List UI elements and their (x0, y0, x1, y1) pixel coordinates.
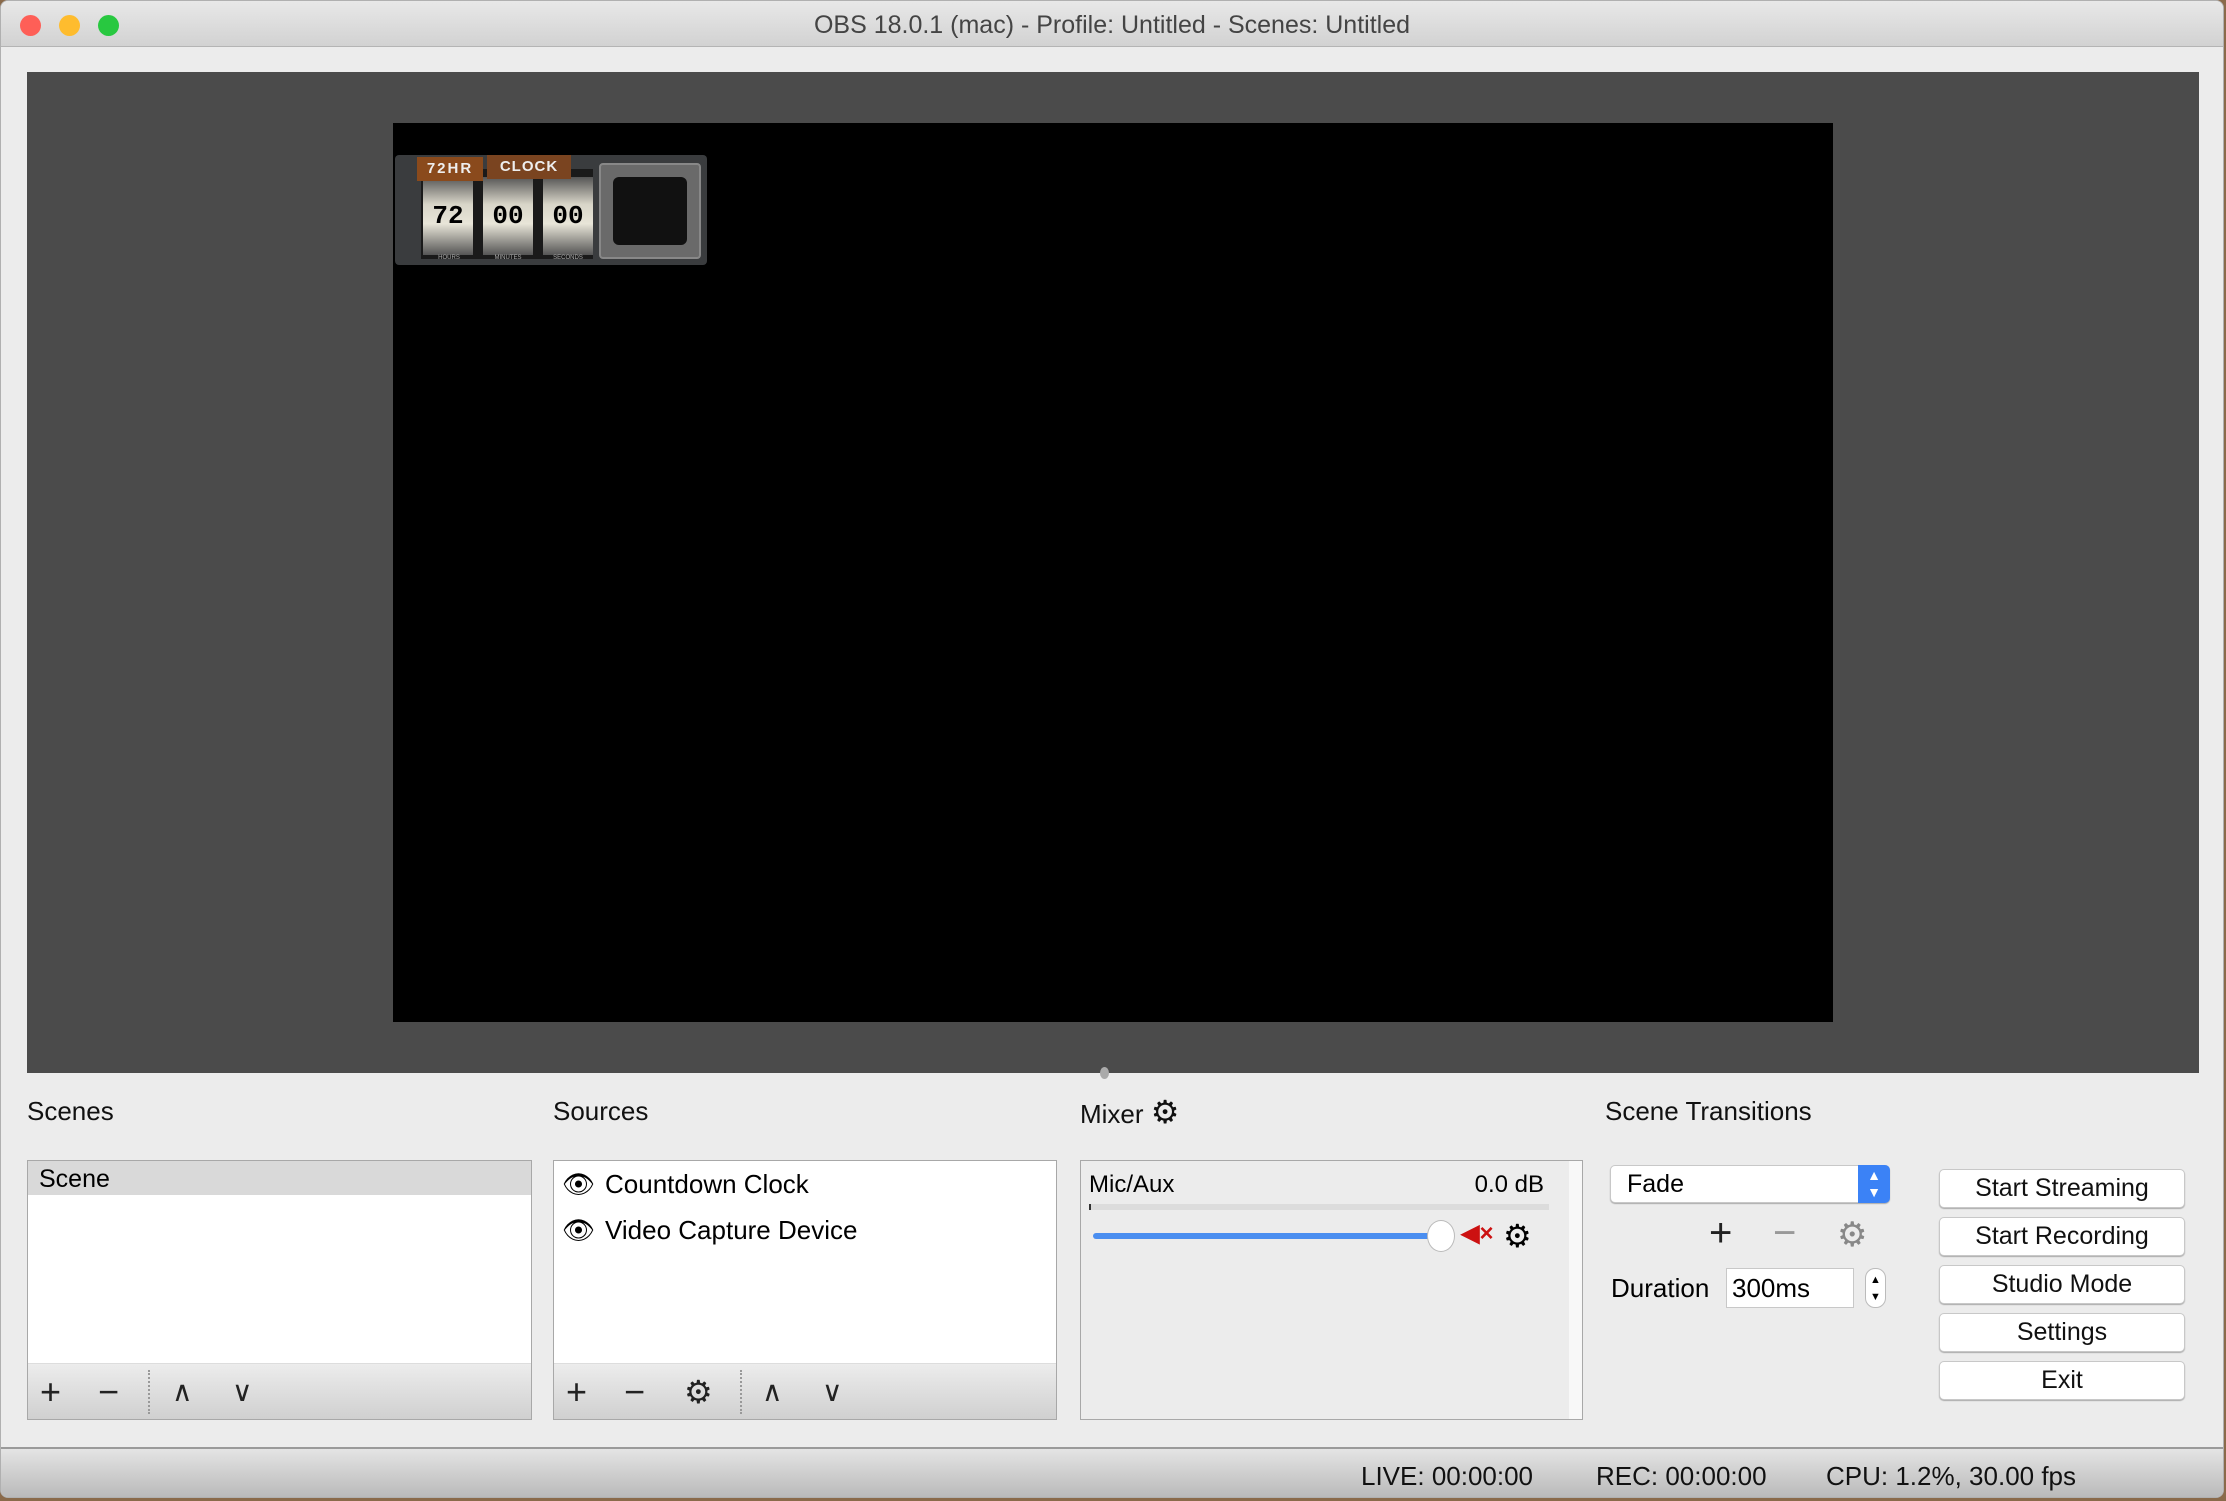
add-transition-plus-icon[interactable]: + (1709, 1211, 1732, 1256)
start-recording-button[interactable]: Start Recording (1939, 1217, 2185, 1256)
move-up-chevron-icon[interactable]: ∧ (172, 1372, 193, 1412)
badge-clock: CLOCK (487, 155, 571, 179)
start-streaming-button[interactable]: Start Streaming (1939, 1169, 2185, 1208)
move-down-chevron-icon[interactable]: ∨ (232, 1372, 253, 1412)
move-up-chevron-icon[interactable]: ∧ (762, 1372, 783, 1412)
volume-slider-handle[interactable] (1427, 1220, 1455, 1252)
duration-stepper[interactable]: ▲ ▼ (1865, 1268, 1886, 1308)
mixer-panel: Mic/Aux 0.0 dB ◀× ⚙ (1080, 1160, 1583, 1420)
cpu-status: CPU: 1.2%, 30.00 fps (1826, 1461, 2077, 1491)
preview-area[interactable]: 72 00 00 HOURS MINUTES SECONDS 72HR CLOC… (27, 72, 2199, 1073)
program-canvas[interactable]: 72 00 00 HOURS MINUTES SECONDS 72HR CLOC… (393, 123, 1833, 1022)
transition-properties-gear-icon[interactable]: ⚙ (1837, 1215, 1867, 1255)
transition-value: Fade (1627, 1170, 1684, 1198)
channel-level: 0.0 dB (1474, 1171, 1544, 1198)
sources-toolbar: + − ⚙ ∧ ∨ (554, 1363, 1056, 1419)
eye-icon[interactable]: 👁 (562, 1169, 595, 1199)
source-properties-gear-icon[interactable]: ⚙ (684, 1372, 713, 1412)
scenes-toolbar: + − ∧ ∨ (28, 1363, 531, 1419)
minutes-label: MINUTES (494, 255, 522, 261)
channel-name: Mic/Aux (1089, 1171, 1175, 1198)
minutes-digits: 00 (483, 177, 533, 255)
remove-transition-minus-icon[interactable]: − (1773, 1211, 1796, 1256)
transitions-title: Scene Transitions (1605, 1096, 1812, 1126)
window-title: OBS 18.0.1 (mac) - Profile: Untitled - S… (813, 11, 1411, 39)
settings-button[interactable]: Settings (1939, 1313, 2185, 1352)
move-down-chevron-icon[interactable]: ∨ (822, 1372, 843, 1412)
eye-icon[interactable]: 👁 (562, 1215, 595, 1245)
splitter-handle[interactable] (1100, 1067, 1109, 1079)
source-item[interactable]: 👁 Video Capture Device (554, 1207, 1056, 1253)
seconds-label: SECONDS (553, 255, 583, 261)
select-arrows-icon: ▲ ▼ (1858, 1165, 1890, 1203)
hours-digits: 72 (423, 177, 473, 255)
live-status: LIVE: 00:00:00 (1361, 1461, 1534, 1491)
add-source-plus-icon[interactable]: + (566, 1372, 587, 1412)
volume-meter (1089, 1204, 1549, 1210)
scenes-title: Scenes (27, 1096, 114, 1126)
status-bar: LIVE: 00:00:00 REC: 00:00:00 CPU: 1.2%, … (1, 1447, 2223, 1497)
duration-label: Duration (1611, 1273, 1710, 1303)
mixer-title-text: Mixer (1080, 1099, 1144, 1129)
hours-label: HOURS (438, 255, 460, 261)
obs-window: OBS 18.0.1 (mac) - Profile: Untitled - S… (0, 0, 2224, 1498)
rec-status: REC: 00:00:00 (1596, 1461, 1767, 1491)
channel-gear-icon[interactable]: ⚙ (1503, 1217, 1532, 1255)
gear-icon[interactable]: ⚙ (1151, 1096, 1180, 1128)
mixer-scrollbar[interactable] (1569, 1161, 1582, 1419)
countdown-clock-widget: 72 00 00 HOURS MINUTES SECONDS 72HR CLOC… (395, 133, 707, 270)
transition-select[interactable]: Fade ▲ ▼ (1610, 1165, 1890, 1203)
add-scene-plus-icon[interactable]: + (40, 1372, 61, 1412)
scenes-list: Scene + − ∧ ∨ (27, 1160, 532, 1420)
remove-source-minus-icon[interactable]: − (624, 1372, 645, 1412)
title-bar: OBS 18.0.1 (mac) - Profile: Untitled - S… (1, 1, 2223, 47)
studio-mode-button[interactable]: Studio Mode (1939, 1265, 2185, 1304)
duration-input[interactable]: 300ms (1726, 1268, 1854, 1308)
exit-button[interactable]: Exit (1939, 1361, 2185, 1400)
remove-scene-minus-icon[interactable]: − (98, 1372, 119, 1412)
volume-slider[interactable] (1093, 1233, 1433, 1239)
source-label: Video Capture Device (605, 1215, 858, 1245)
seconds-digits: 00 (543, 177, 593, 255)
source-item[interactable]: 👁 Countdown Clock (554, 1161, 1056, 1207)
sources-title: Sources (553, 1096, 649, 1126)
mixer-title: Mixer ⚙ (1080, 1096, 1179, 1130)
sources-list: 👁 Countdown Clock 👁 Video Capture Device +… (553, 1160, 1057, 1420)
scene-item[interactable]: Scene (28, 1161, 531, 1195)
muted-speaker-icon[interactable]: ◀× (1461, 1219, 1493, 1248)
source-label: Countdown Clock (605, 1169, 809, 1199)
badge-72hr: 72HR (417, 157, 483, 181)
speaker-icon (599, 163, 701, 259)
